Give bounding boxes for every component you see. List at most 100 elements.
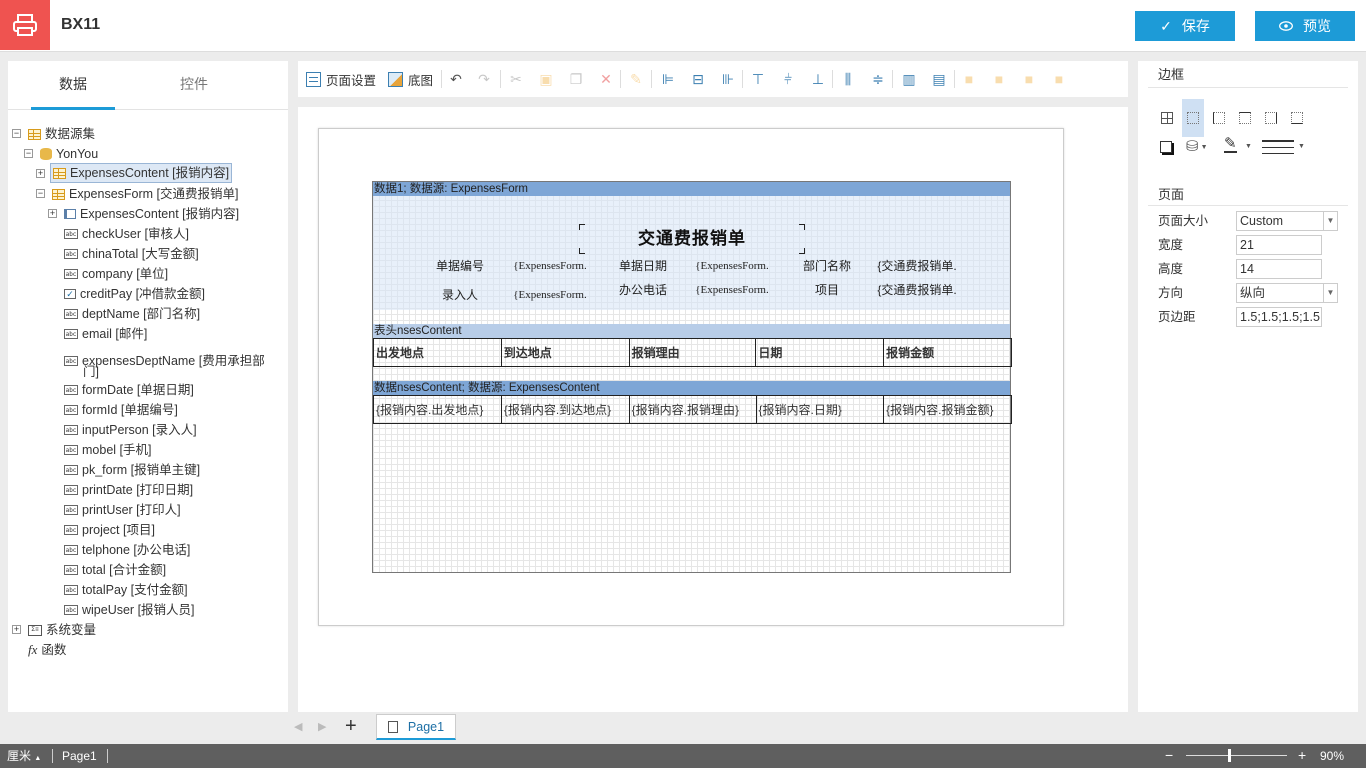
- save-button[interactable]: ✓ 保存: [1135, 11, 1235, 41]
- collapse-toggle[interactable]: −: [24, 149, 33, 158]
- label-form-date[interactable]: 单据日期: [599, 256, 687, 276]
- field-checkuser[interactable]: abc checkUser [审核人]: [64, 225, 189, 243]
- fill-color-icon[interactable]: ⛁ ▼: [1186, 137, 1208, 155]
- field-creditpay[interactable]: ✓ creditPay [冲借款金额]: [64, 285, 205, 303]
- field-formdate[interactable]: abc formDate [单据日期]: [64, 381, 194, 399]
- distribute-horizontal-icon[interactable]: ⫼: [840, 71, 856, 87]
- align-left-icon[interactable]: ⊫: [660, 71, 676, 87]
- report-design-area[interactable]: 数据1; 数据源: ExpensesForm 交通费报销单 单据编号 {Expe…: [372, 181, 1012, 573]
- line-style-icon[interactable]: [1262, 140, 1294, 154]
- zoom-slider[interactable]: [1186, 755, 1287, 756]
- paste-icon[interactable]: ▣: [538, 71, 554, 87]
- send-backward-icon[interactable]: ■: [991, 71, 1007, 87]
- height-input[interactable]: 14: [1236, 259, 1322, 279]
- cell-date[interactable]: {报销内容.日期}: [755, 395, 885, 424]
- field-mobel[interactable]: abc mobel [手机]: [64, 441, 151, 459]
- field-telphone[interactable]: abc telphone [办公电话]: [64, 541, 190, 559]
- collapse-toggle[interactable]: −: [12, 129, 21, 138]
- bottom-border-icon[interactable]: [1286, 99, 1308, 137]
- undo-icon[interactable]: ↶: [448, 71, 464, 87]
- tree-node-expenses-content[interactable]: ExpensesContent [报销内容]: [50, 163, 233, 183]
- add-page-button[interactable]: +: [345, 715, 357, 737]
- field-deptname[interactable]: abc deptName [部门名称]: [64, 305, 200, 323]
- prev-page-icon[interactable]: ◀: [294, 720, 302, 733]
- field-formid[interactable]: abc formId [单据编号]: [64, 401, 178, 419]
- tree-node-expenses-form[interactable]: ExpensesForm [交通费报销单]: [52, 185, 238, 203]
- header-arrival[interactable]: 到达地点: [500, 338, 630, 367]
- tab-controls[interactable]: 控件: [139, 61, 249, 110]
- tree-node-yonyou[interactable]: YonYou: [40, 145, 98, 163]
- bring-to-front-icon[interactable]: ■: [1021, 71, 1037, 87]
- table-data-row[interactable]: {报销内容.出发地点} {报销内容.到达地点} {报销内容.报销理由} {报销内…: [373, 395, 1012, 424]
- field-email[interactable]: abc email [邮件]: [64, 325, 147, 343]
- chevron-down-icon[interactable]: ▼: [1245, 143, 1252, 150]
- band-header-data-content[interactable]: 数据nsesContent; 数据源: ExpensesContent: [373, 381, 1010, 395]
- field-printdate[interactable]: abc printDate [打印日期]: [64, 481, 193, 499]
- tree-node-sub-content[interactable]: ExpensesContent [报销内容]: [64, 205, 239, 223]
- field-totalpay[interactable]: abc totalPay [支付金额]: [64, 581, 188, 599]
- same-width-icon[interactable]: ▥: [901, 71, 917, 87]
- cell-arrival[interactable]: {报销内容.到达地点}: [500, 395, 630, 424]
- line-color-icon[interactable]: ✎: [1224, 136, 1237, 153]
- label-input-person[interactable]: 录入人: [415, 285, 505, 305]
- distribute-vertical-icon[interactable]: ≑: [870, 71, 886, 87]
- band-body-data1[interactable]: 交通费报销单 单据编号 {ExpensesForm. 单据日期 {Expense…: [373, 196, 1010, 310]
- header-departure[interactable]: 出发地点: [373, 338, 502, 367]
- all-borders-icon[interactable]: [1156, 99, 1178, 137]
- label-office-phone[interactable]: 办公电话: [599, 280, 687, 300]
- band-header-data1[interactable]: 数据1; 数据源: ExpensesForm: [373, 182, 1010, 196]
- header-date[interactable]: 日期: [755, 338, 885, 367]
- same-height-icon[interactable]: ▤: [931, 71, 947, 87]
- expand-toggle[interactable]: +: [12, 625, 21, 634]
- cell-reason[interactable]: {报销内容.报销理由}: [628, 395, 757, 424]
- field-input-person[interactable]: {ExpensesForm.: [507, 285, 593, 305]
- left-border-icon[interactable]: [1208, 99, 1230, 137]
- field-project[interactable]: {交通费报销单.: [873, 280, 961, 300]
- align-center-icon[interactable]: ⊟: [690, 71, 706, 87]
- field-inputperson[interactable]: abc inputPerson [录入人]: [64, 421, 197, 439]
- field-chinatotal[interactable]: abc chinaTotal [大写金额]: [64, 245, 199, 263]
- width-input[interactable]: 21: [1236, 235, 1322, 255]
- no-border-icon[interactable]: [1182, 99, 1204, 137]
- format-painter-icon[interactable]: ✎: [628, 71, 644, 87]
- table-header-row[interactable]: 出发地点 到达地点 报销理由 日期 报销金额: [373, 338, 1012, 367]
- field-company[interactable]: abc company [单位]: [64, 265, 168, 283]
- tree-node-datasets[interactable]: 数据源集: [28, 125, 95, 143]
- header-amount[interactable]: 报销金额: [883, 338, 1012, 367]
- shadow-icon[interactable]: [1160, 141, 1172, 153]
- page-setup-button[interactable]: 页面设置: [306, 70, 376, 88]
- band-header-table-head[interactable]: 表头nsesContent: [373, 324, 1010, 338]
- bring-forward-icon[interactable]: ■: [961, 71, 977, 87]
- preview-button[interactable]: 预览: [1255, 11, 1355, 41]
- zoom-slider-thumb[interactable]: [1228, 749, 1231, 762]
- field-form-date[interactable]: {ExpensesForm.: [687, 256, 777, 276]
- cut-icon[interactable]: ✂: [508, 71, 524, 87]
- collapse-toggle[interactable]: −: [36, 189, 45, 198]
- label-form-number[interactable]: 单据编号: [415, 256, 505, 276]
- align-bottom-icon[interactable]: ⊥: [810, 71, 826, 87]
- chevron-down-icon[interactable]: ▼: [1298, 143, 1305, 150]
- field-total[interactable]: abc total [合计金额]: [64, 561, 166, 579]
- align-middle-icon[interactable]: ⫩: [780, 71, 796, 87]
- zoom-out-button[interactable]: −: [1165, 748, 1173, 762]
- header-reason[interactable]: 报销理由: [628, 338, 757, 367]
- expand-toggle[interactable]: +: [36, 169, 45, 178]
- background-image-button[interactable]: 底图: [388, 70, 433, 88]
- field-project[interactable]: abc project [项目]: [64, 521, 155, 539]
- tree-node-system-variables[interactable]: Σ≡ 系统变量: [28, 621, 96, 639]
- field-printuser[interactable]: abc printUser [打印人]: [64, 501, 181, 519]
- zoom-in-button[interactable]: +: [1298, 748, 1306, 762]
- align-top-icon[interactable]: ⊤: [750, 71, 766, 87]
- send-to-back-icon[interactable]: ■: [1051, 71, 1067, 87]
- report-title[interactable]: 交通费报销单: [579, 224, 805, 254]
- align-right-icon[interactable]: ⊪: [720, 71, 736, 87]
- unit-selector[interactable]: 厘米 ▲: [7, 749, 41, 766]
- cell-amount[interactable]: {报销内容.报销金额}: [883, 395, 1012, 424]
- field-form-number[interactable]: {ExpensesForm.: [507, 256, 593, 276]
- field-wipeuser[interactable]: abc wipeUser [报销人员]: [64, 601, 195, 619]
- top-border-icon[interactable]: [1234, 99, 1256, 137]
- label-dept-name[interactable]: 部门名称: [783, 256, 871, 276]
- next-page-icon[interactable]: ▶: [318, 720, 326, 733]
- redo-icon[interactable]: ↷: [476, 71, 492, 87]
- delete-icon[interactable]: ✕: [598, 71, 614, 87]
